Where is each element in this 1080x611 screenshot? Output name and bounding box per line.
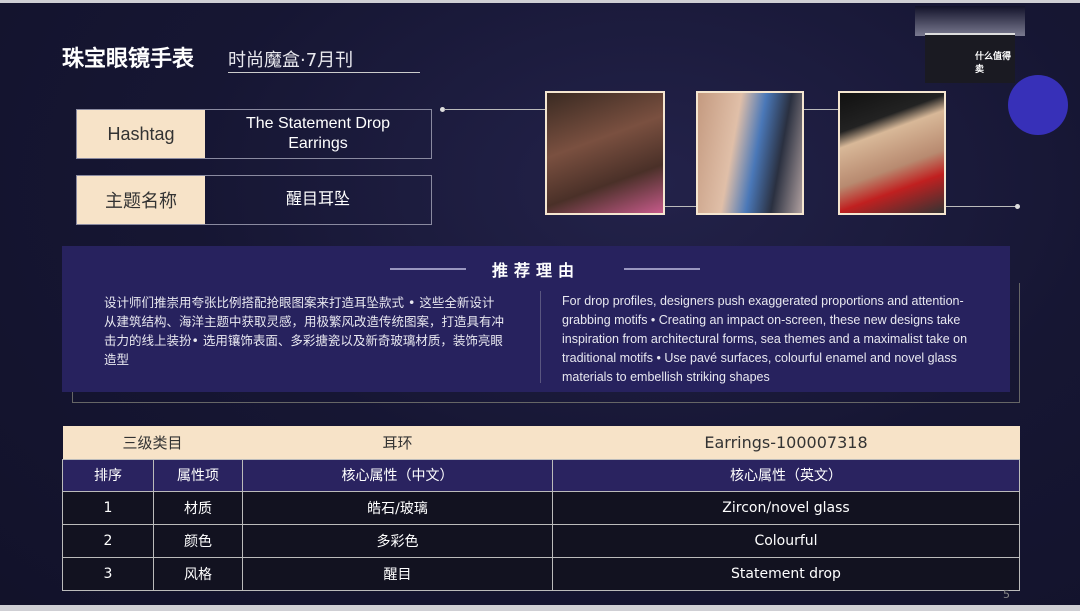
cell: 1 <box>62 490 154 525</box>
slide: 什么值得卖 珠宝眼镜手表 时尚魔盒·7月刊 Hashtag The Statem… <box>0 3 1080 605</box>
cell: 颜色 <box>153 523 243 558</box>
earring-photo-2 <box>696 91 804 215</box>
cell: 皓石/玻璃 <box>242 490 553 525</box>
cell: Statement drop <box>552 556 1020 591</box>
brand-logo-text: 什么值得卖 <box>975 52 1012 75</box>
table-row: 1 材质 皓石/玻璃 Zircon/novel glass <box>62 490 1020 525</box>
earring-photo-3 <box>838 91 946 215</box>
theme-label: 主题名称 <box>77 176 205 224</box>
hashtag-row: Hashtag The Statement Drop Earrings <box>76 109 432 159</box>
header-cell: 属性项 <box>153 458 243 492</box>
brand-logo-box: 什么值得卖 <box>925 33 1015 83</box>
cell: 2 <box>62 523 154 558</box>
reason-text-en: For drop profiles, designers push exagge… <box>562 294 968 384</box>
earring-photo-1 <box>545 91 665 215</box>
hashtag-label: Hashtag <box>77 110 205 158</box>
header-cell: 核心属性（英文） <box>552 458 1020 492</box>
category-row: 三级类目 耳环 Earrings-100007318 <box>62 426 1020 459</box>
hashtag-value: The Statement Drop Earrings <box>245 115 391 152</box>
theme-row: 主题名称 醒目耳坠 <box>76 175 432 225</box>
connector-line <box>946 206 1016 207</box>
header-cell: 核心属性（中文） <box>242 458 553 492</box>
attribute-table: 三级类目 耳环 Earrings-100007318 排序 属性项 核心属性（中… <box>62 426 1020 591</box>
divider <box>540 291 541 383</box>
table-header: 排序 属性项 核心属性（中文） 核心属性（英文） <box>62 458 1020 492</box>
cell: 风格 <box>153 556 243 591</box>
cell: 3 <box>62 556 154 591</box>
reason-text-zh: 设计师们推崇用夸张比例搭配抢眼图案来打造耳坠款式 • 这些全新设计从建筑结构、海… <box>104 295 505 367</box>
cell: 醒目 <box>242 556 553 591</box>
category-zh: 耳环 <box>242 426 553 459</box>
connector-dot <box>1015 204 1020 209</box>
connector-line <box>664 206 697 207</box>
category-en: Earrings-100007318 <box>552 426 1020 459</box>
connector-line <box>444 109 545 110</box>
page-subtitle: 时尚魔盒·7月刊 <box>228 46 420 73</box>
cell: 材质 <box>153 490 243 525</box>
theme-value: 醒目耳坠 <box>285 191 350 208</box>
spotlight-decoration <box>915 6 1025 36</box>
decorative-circle <box>1008 75 1068 135</box>
cell: Zircon/novel glass <box>552 490 1020 525</box>
page-title: 珠宝眼镜手表 <box>62 47 195 72</box>
page-number: 5 <box>1003 588 1010 601</box>
category-label: 三级类目 <box>62 426 243 459</box>
cell: Colourful <box>552 523 1020 558</box>
table-row: 2 颜色 多彩色 Colourful <box>62 523 1020 558</box>
cell: 多彩色 <box>242 523 553 558</box>
table-row: 3 风格 醒目 Statement drop <box>62 556 1020 591</box>
reason-panel: 推荐理由 设计师们推崇用夸张比例搭配抢眼图案来打造耳坠款式 • 这些全新设计从建… <box>62 246 1010 392</box>
title-rule <box>624 268 700 270</box>
reason-title: 推荐理由 <box>491 261 580 280</box>
header-cell: 排序 <box>62 458 154 492</box>
connector-line <box>804 109 839 110</box>
